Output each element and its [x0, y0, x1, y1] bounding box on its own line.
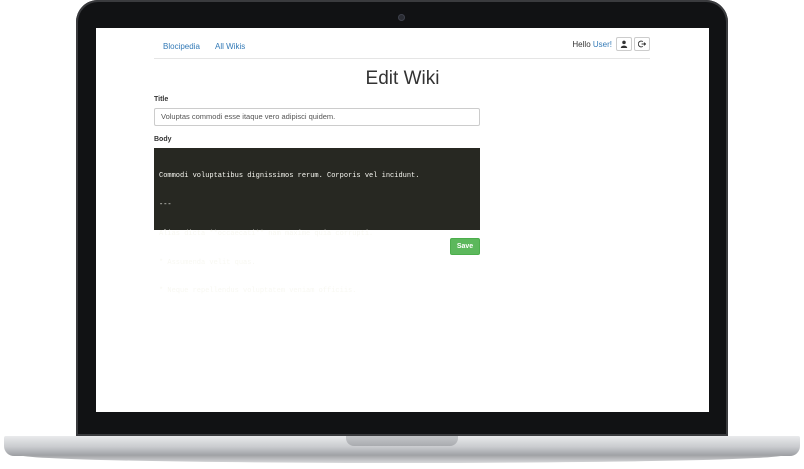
user-menu: Hello User! [572, 37, 650, 51]
greeting-text: Hello [572, 39, 591, 49]
body-label: Body [154, 136, 172, 143]
body-line: * Assumenda velit quas. [159, 258, 256, 267]
user-icon [620, 40, 628, 48]
laptop-base-shadow [20, 455, 784, 463]
body-line: --- [159, 200, 172, 209]
profile-button[interactable] [616, 37, 632, 51]
body-line: Commodi voluptatibus dignissimos rerum. … [159, 172, 420, 181]
title-input[interactable]: Voluptas commodi esse itaque vero adipis… [154, 108, 480, 126]
nav-link-all-wikis[interactable]: All Wikis [215, 42, 245, 51]
save-button[interactable]: Save [450, 238, 480, 255]
camera-icon [398, 14, 405, 21]
body-editor[interactable]: Commodi voluptatibus dignissimos rerum. … [154, 148, 480, 295]
browser-screen: Blocipedia All Wikis Hello User! Edit Wi… [96, 28, 709, 412]
logout-icon [638, 40, 646, 48]
page-title: Edit Wiki [365, 68, 440, 89]
title-label: Title [154, 96, 169, 103]
body-line: Alias dicta **occaecati** nam maxime qui… [159, 229, 374, 238]
logout-button[interactable] [634, 37, 650, 51]
laptop-notch [346, 436, 458, 446]
navbar: Blocipedia All Wikis Hello User! [154, 28, 650, 59]
nav-link-blocipedia[interactable]: Blocipedia [163, 42, 200, 51]
body-line: * Neque repellendus voluptatem veniam of… [159, 287, 357, 296]
user-link[interactable]: User! [593, 40, 612, 49]
